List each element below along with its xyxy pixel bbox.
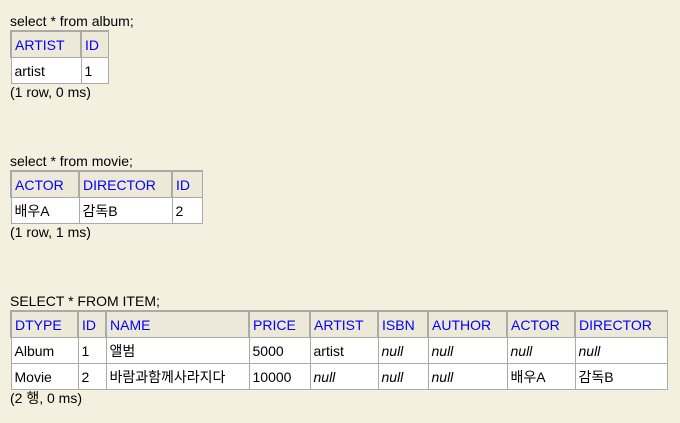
column-header-artist[interactable]: ARTIST — [309, 310, 379, 338]
column-header-actor[interactable]: ACTOR — [506, 310, 576, 338]
cell-dtype: Album — [10, 337, 79, 364]
column-header-author[interactable]: AUTHOR — [427, 310, 508, 338]
column-header-name[interactable]: NAME — [105, 310, 250, 338]
table-row: Album 1 앨범 5000 artist null null null nu… — [10, 337, 668, 364]
status-text: (1 row, 1 ms) — [10, 224, 91, 240]
cell-id: 1 — [77, 337, 107, 364]
column-header-id[interactable]: ID — [77, 310, 107, 338]
cell-price: 5000 — [248, 337, 311, 364]
console-page: { "results": [ { "query": "select * from… — [0, 0, 680, 423]
header-row: ARTIST ID — [10, 30, 109, 58]
column-header-artist[interactable]: ARTIST — [10, 30, 82, 58]
column-header-director[interactable]: DIRECTOR — [78, 170, 173, 198]
cell-id: 1 — [80, 57, 109, 84]
column-header-isbn[interactable]: ISBN — [377, 310, 429, 338]
cell-director: 감독B — [574, 363, 668, 390]
header-row: DTYPE ID NAME PRICE ARTIST ISBN AUTHOR A… — [10, 310, 668, 338]
cell-artist: artist — [10, 57, 82, 84]
table-row: artist 1 — [10, 57, 109, 84]
cell-actor: null — [506, 337, 576, 364]
table-row: Movie 2 바람과함께사라지다 10000 null null null 배… — [10, 363, 668, 390]
cell-id: 2 — [171, 197, 203, 224]
status-text: (1 row, 0 ms) — [10, 84, 91, 100]
cell-price: 10000 — [248, 363, 311, 390]
column-header-id[interactable]: ID — [80, 30, 109, 58]
cell-artist: artist — [309, 337, 379, 364]
column-header-dtype[interactable]: DTYPE — [10, 310, 79, 338]
result-table-item: DTYPE ID NAME PRICE ARTIST ISBN AUTHOR A… — [10, 310, 668, 390]
cell-id: 2 — [77, 363, 107, 390]
table-row: 배우A 감독B 2 — [10, 197, 203, 224]
result-block-album: select * from album; ARTIST ID artist 1 … — [10, 13, 134, 101]
cell-name: 앨범 — [105, 337, 250, 364]
cell-isbn: null — [377, 363, 429, 390]
cell-actor: 배우A — [10, 197, 80, 224]
header-row: ACTOR DIRECTOR ID — [10, 170, 203, 198]
result-block-movie: select * from movie; ACTOR DIRECTOR ID 배… — [10, 153, 203, 241]
cell-name: 바람과함께사라지다 — [105, 363, 250, 390]
cell-director: null — [574, 337, 668, 364]
cell-dtype: Movie — [10, 363, 79, 390]
status-text: (2 행, 0 ms) — [10, 390, 82, 406]
cell-isbn: null — [377, 337, 429, 364]
cell-director: 감독B — [78, 197, 173, 224]
cell-author: null — [427, 363, 508, 390]
query-text: select * from album; — [10, 13, 134, 29]
column-header-price[interactable]: PRICE — [248, 310, 311, 338]
column-header-director[interactable]: DIRECTOR — [574, 310, 668, 338]
query-text: SELECT * FROM ITEM; — [10, 293, 160, 309]
query-text: select * from movie; — [10, 153, 133, 169]
result-table-album: ARTIST ID artist 1 — [10, 30, 109, 84]
result-block-item: SELECT * FROM ITEM; DTYPE ID NAME PRICE … — [10, 293, 668, 407]
result-table-movie: ACTOR DIRECTOR ID 배우A 감독B 2 — [10, 170, 203, 224]
cell-author: null — [427, 337, 508, 364]
cell-artist: null — [309, 363, 379, 390]
column-header-actor[interactable]: ACTOR — [10, 170, 80, 198]
column-header-id[interactable]: ID — [171, 170, 203, 198]
cell-actor: 배우A — [506, 363, 576, 390]
